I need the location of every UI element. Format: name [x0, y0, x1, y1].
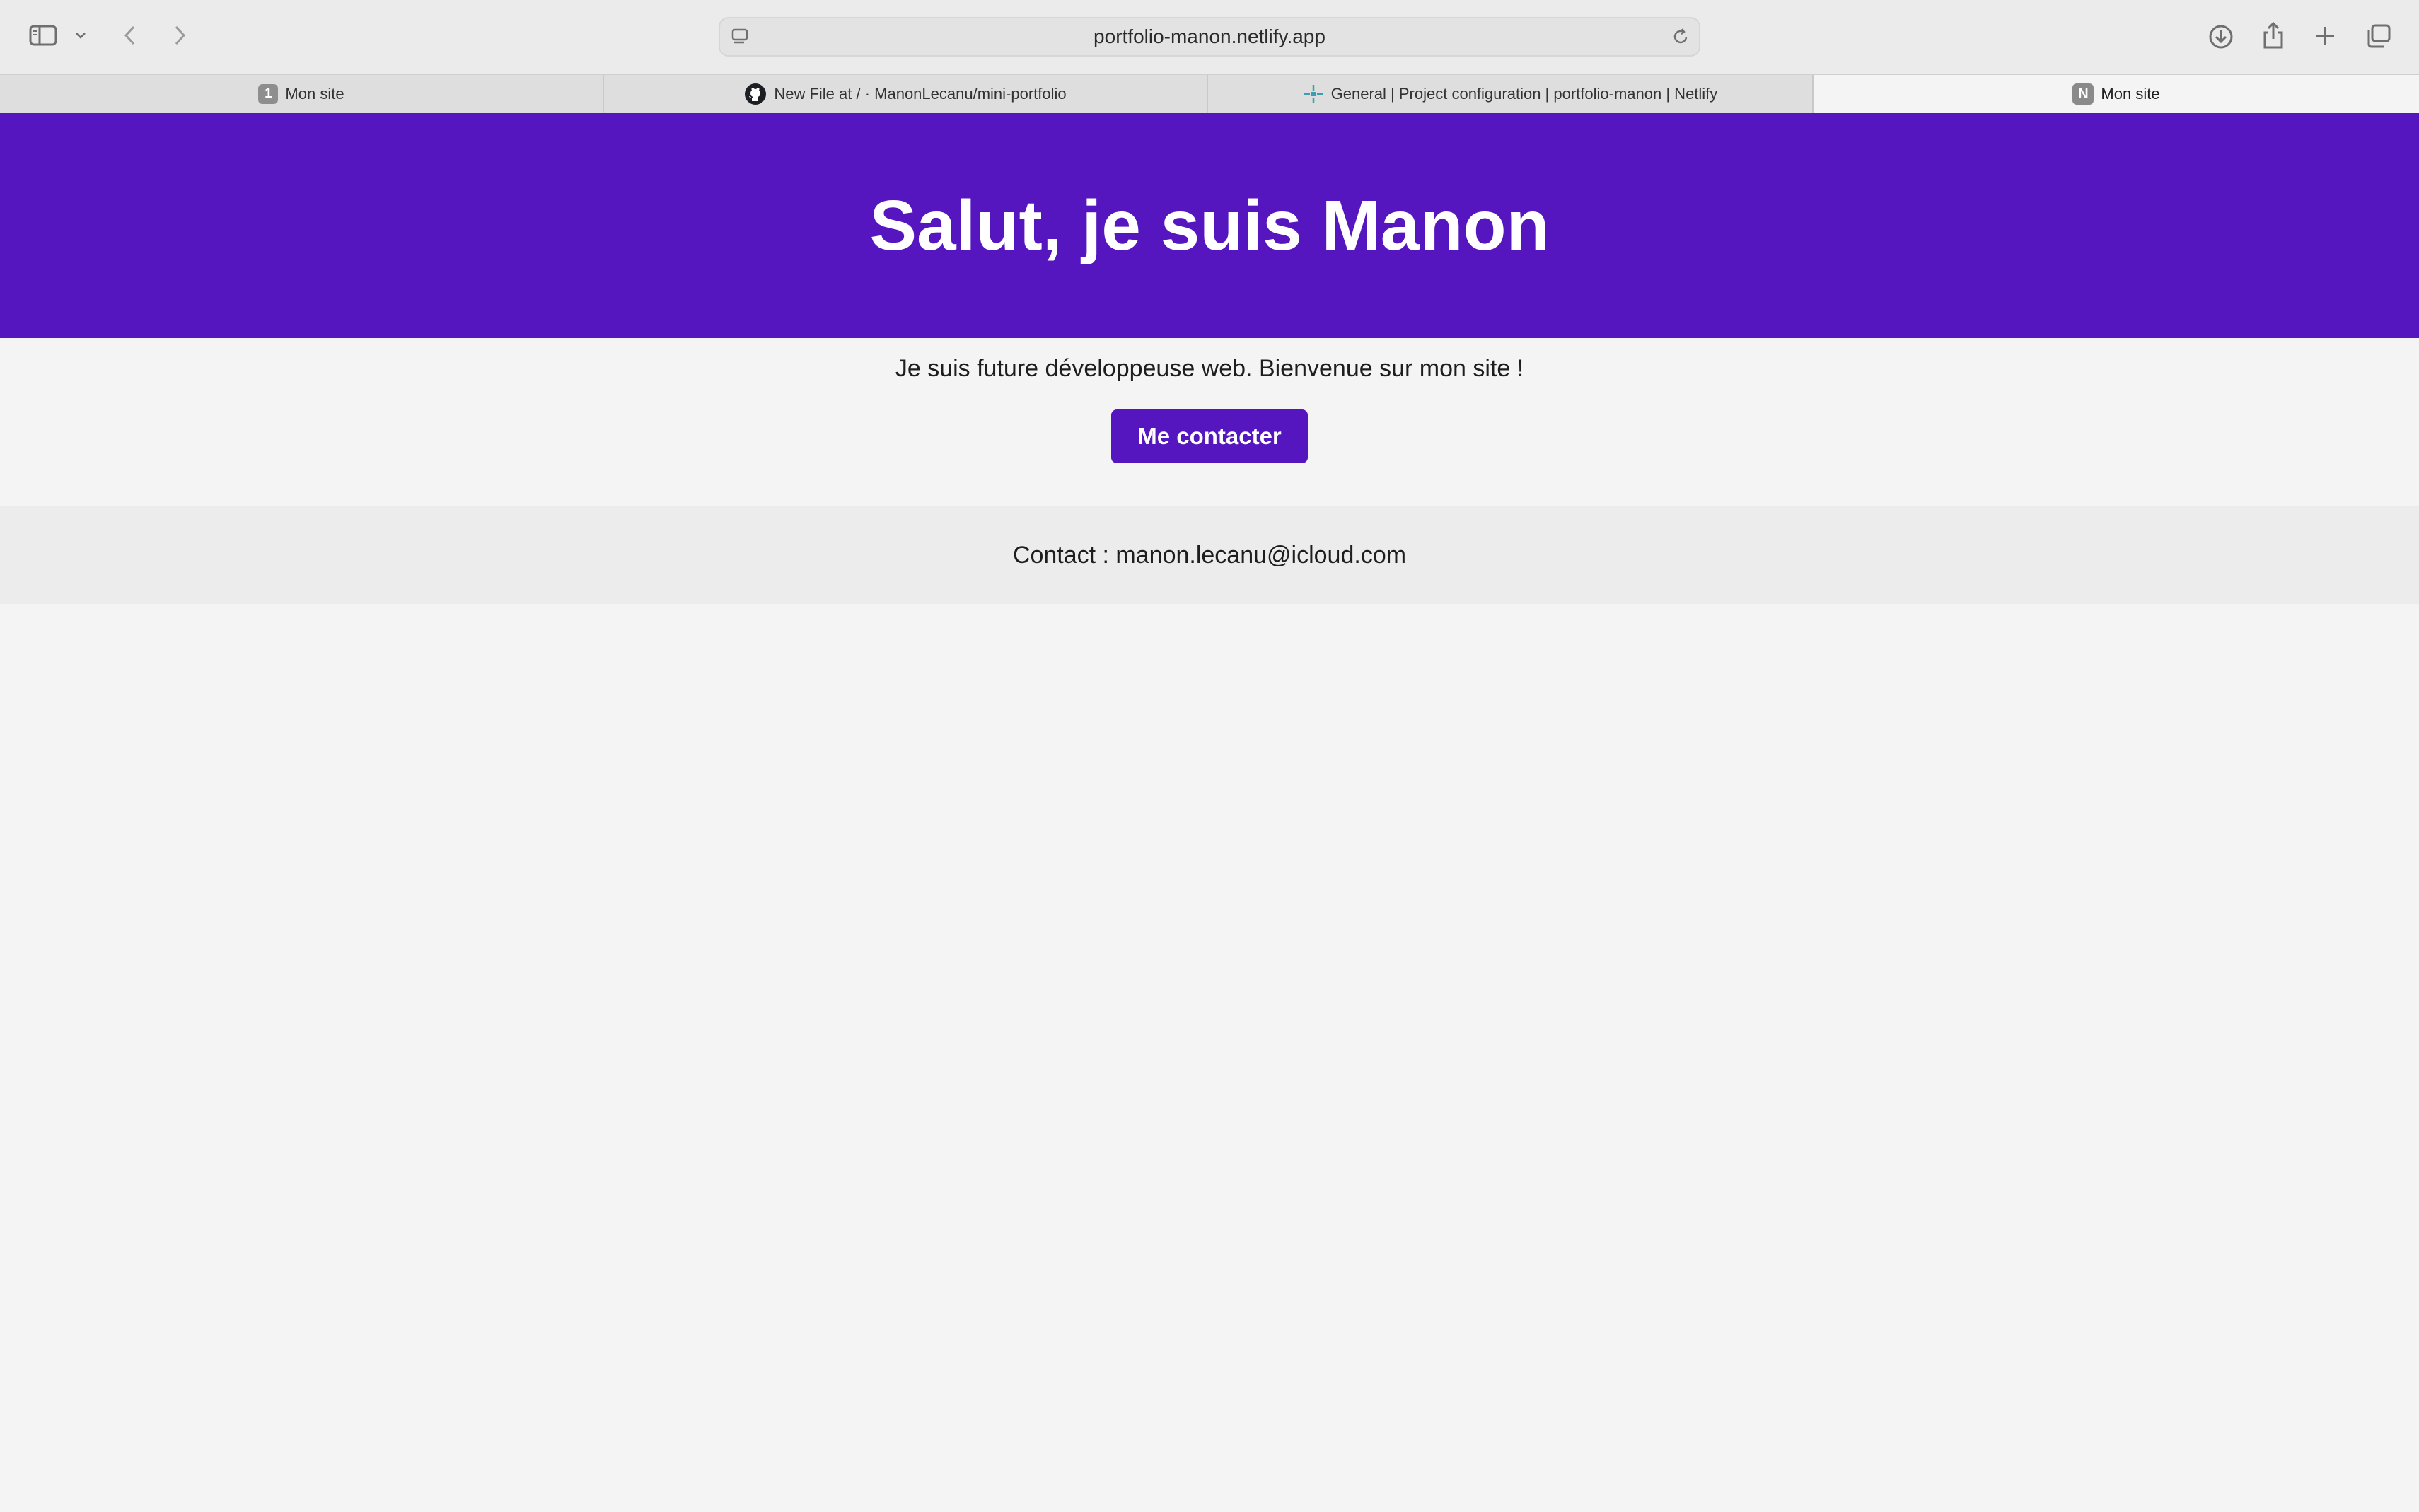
sidebar-toggle-icon[interactable]	[27, 21, 59, 50]
tab-mon-site-1[interactable]: 1 Mon site	[0, 75, 604, 113]
tab-number-icon: 1	[258, 84, 279, 104]
intro-text: Je suis future développeuse web. Bienven…	[895, 355, 1524, 382]
downloads-icon[interactable]	[2205, 21, 2237, 52]
page-title: Salut, je suis Manon	[869, 185, 1550, 265]
address-bar[interactable]: portfolio-manon.netlify.app	[719, 17, 1700, 57]
tab-overview-icon[interactable]	[2362, 21, 2394, 51]
netlify-icon	[1303, 83, 1324, 105]
footer: Contact : manon.lecanu@icloud.com	[0, 506, 2419, 604]
tab-label: Mon site	[2101, 85, 2160, 103]
tab-mon-site-active[interactable]: N Mon site	[1814, 75, 2419, 113]
hero-header: Salut, je suis Manon	[0, 113, 2419, 338]
tab-netlify[interactable]: General | Project configuration | portfo…	[1208, 75, 1814, 113]
site-favicon-icon: N	[2072, 83, 2094, 105]
browser-toolbar: portfolio-manon.netlify.app	[0, 0, 2419, 74]
tab-bar: 1 Mon site New File at / · ManonLecanu/m…	[0, 74, 2419, 113]
url-text[interactable]: portfolio-manon.netlify.app	[720, 18, 1699, 55]
chevron-down-icon[interactable]	[71, 27, 91, 44]
footer-contact: Contact : manon.lecanu@icloud.com	[1012, 541, 1407, 569]
tab-label: General | Project configuration | portfo…	[1330, 85, 1718, 103]
tab-github[interactable]: New File at / · ManonLecanu/mini-portfol…	[604, 75, 1208, 113]
new-tab-icon[interactable]	[2310, 21, 2340, 51]
back-icon[interactable]	[117, 21, 143, 50]
share-icon[interactable]	[2258, 18, 2289, 52]
tab-label: Mon site	[285, 85, 344, 103]
contact-button[interactable]: Me contacter	[1111, 409, 1308, 463]
tab-label: New File at / · ManonLecanu/mini-portfol…	[774, 85, 1067, 103]
forward-icon[interactable]	[167, 21, 192, 50]
github-icon	[744, 83, 767, 105]
reload-icon[interactable]	[1671, 27, 1690, 50]
